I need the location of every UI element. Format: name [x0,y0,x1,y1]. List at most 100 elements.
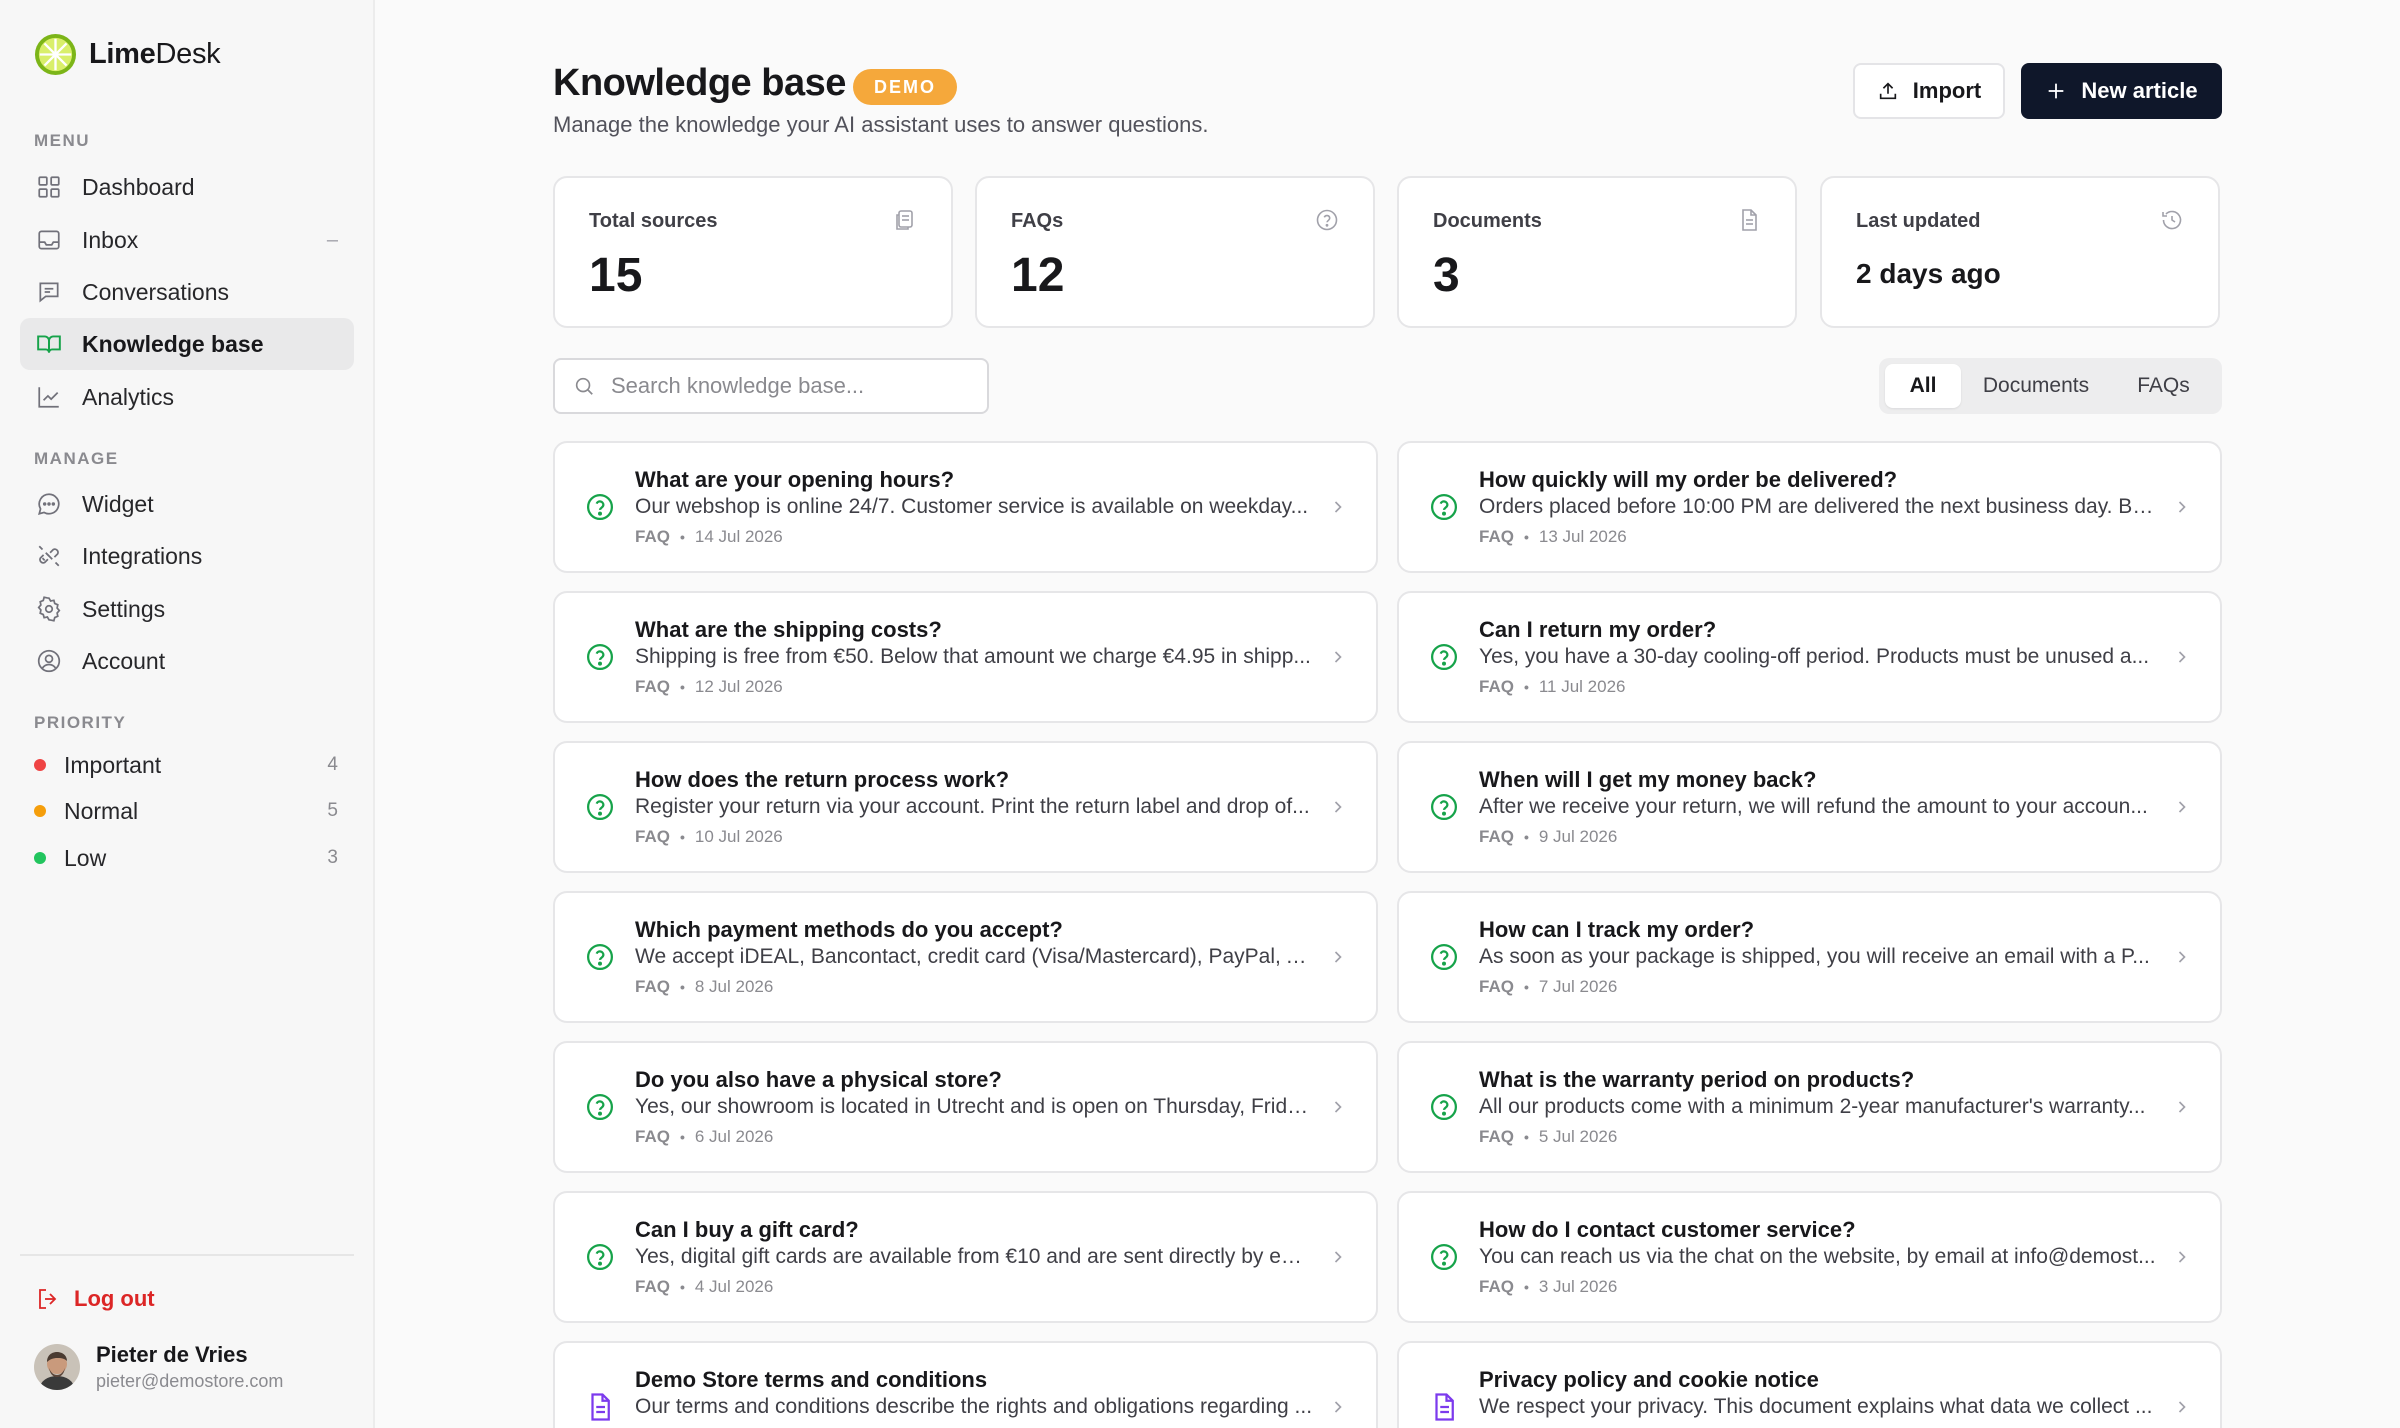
stat-label: Last updated [1856,210,1981,232]
sidebar-item-settings[interactable]: Settings [20,583,354,635]
chevron-right-icon [1334,1101,1342,1113]
card-excerpt: Yes, our showroom is located in Utrecht … [635,1095,1315,1118]
stat-card-documents: Documents 3 [1397,176,1797,328]
filter-segmented-control: All Documents FAQs [1879,358,2222,414]
stat-card-last-updated: Last updated 2 days ago [1820,176,2220,328]
search-box[interactable] [553,358,989,414]
brand[interactable]: LimeDesk [34,33,221,76]
faq-card[interactable]: What are the shipping costs? Shipping is … [553,591,1378,723]
logout-button[interactable]: Log out [36,1286,155,1312]
document-icon [1435,1393,1454,1421]
faq-card[interactable]: Do you also have a physical store? Yes, o… [553,1041,1378,1173]
card-date: 3 Jul 2026 [1538,1277,1618,1296]
faq-card[interactable]: Can I return my order? Yes, you have a 30… [1397,591,2222,723]
card-title: Can I buy a gift card? [635,1217,859,1242]
faq-card[interactable]: How does the return process work? Registe… [553,741,1378,873]
faq-card[interactable]: What is the warranty period on products?… [1397,1041,2222,1173]
plug-icon [38,545,60,567]
card-type: FAQ [1479,977,1514,996]
card-excerpt: Yes, you have a 30-day cooling-off perio… [1479,645,2150,668]
menu-section-label: MENU [34,131,91,150]
sidebar-item-widget[interactable]: Widget [20,478,354,530]
card-date: 9 Jul 2026 [1538,827,1618,846]
card-type: FAQ [635,527,670,546]
card-meta: FAQ • 12 Jul 2026 [635,677,783,697]
filter-faqs[interactable]: FAQs [2111,364,2216,408]
card-meta: FAQ • 5 Jul 2026 [1479,1127,1617,1147]
user-profile[interactable]: Pieter de Vries pieter@demostore.com [34,1342,283,1392]
priority-item-important[interactable]: Important 4 [34,745,338,785]
priority-item-normal[interactable]: Normal 5 [34,791,338,831]
stat-label: FAQs [1011,210,1064,232]
card-excerpt: After we receive your return, we will re… [1479,795,2148,818]
question-circle-icon [1431,794,1457,820]
sidebar-item-integrations[interactable]: Integrations [20,530,354,582]
card-excerpt: We respect your privacy. This document e… [1479,1395,2153,1418]
sidebar-item-label: Knowledge base [82,330,264,357]
card-type: FAQ [1479,677,1514,696]
card-meta: FAQ • 4 Jul 2026 [635,1277,773,1297]
faq-card[interactable]: Can I buy a gift card? Yes, digital gift … [553,1191,1378,1323]
logout-label: Log out [74,1286,155,1311]
card-type: FAQ [635,1127,670,1146]
question-circle-icon [1431,944,1457,970]
book-icon [37,335,61,353]
sidebar-item-account[interactable]: Account [20,635,354,687]
sidebar-item-label: Settings [82,595,166,622]
card-date: 13 Jul 2026 [1538,527,1627,546]
question-circle-icon [587,794,613,820]
history-icon [2162,210,2182,230]
meta-separator: • [679,829,685,845]
sidebar-item-analytics[interactable]: Analytics [20,371,354,423]
import-button[interactable]: Import [1853,63,2005,119]
sidebar-item-dashboard[interactable]: Dashboard [20,161,354,213]
document-card[interactable]: Demo Store terms and conditions Our terms… [553,1341,1378,1428]
chat-icon [39,282,59,303]
card-title: How do I contact customer service? [1479,1217,1856,1242]
stat-card-total-sources: Total sources 15 [553,176,953,328]
stat-value: 15 [589,249,643,302]
meta-separator: • [1523,679,1529,695]
sidebar-item-label: Analytics [82,383,175,410]
stat-card-faqs: FAQs 12 [975,176,1375,328]
faq-card[interactable]: What are your opening hours? Our webshop … [553,441,1378,573]
new-article-button[interactable]: New article [2021,63,2222,119]
chevron-right-icon [2178,1251,2186,1263]
document-card[interactable]: Privacy policy and cookie notice We respe… [1397,1341,2222,1428]
sidebar-item-label: Dashboard [82,173,195,200]
card-type: FAQ [635,677,670,696]
filter-documents[interactable]: Documents [1961,364,2111,408]
card-excerpt: As soon as your package is shipped, you … [1479,945,2150,968]
card-type: FAQ [1479,1127,1514,1146]
sidebar-item-conversations[interactable]: Conversations [20,266,354,318]
sidebar-item-label: Account [82,647,166,674]
card-title: Demo Store terms and conditions [635,1367,988,1392]
inbox-count: – [326,228,338,251]
card-title: Do you also have a physical store? [635,1067,1002,1092]
faq-card[interactable]: How do I contact customer service? You ca… [1397,1191,2222,1323]
faq-card[interactable]: How quickly will my order be delivered? O… [1397,441,2222,573]
card-title: When will I get my money back? [1479,767,1817,792]
priority-item-low[interactable]: Low 3 [34,838,338,878]
faq-card[interactable]: How can I track my order? As soon as your… [1397,891,2222,1023]
priority-count: 5 [327,800,338,821]
filter-all[interactable]: All [1885,364,1961,408]
new-article-label: New article [2081,78,2198,103]
logout-icon [39,1289,57,1309]
faq-card[interactable]: Which payment methods do you accept? We a… [553,891,1378,1023]
card-meta: FAQ • 13 Jul 2026 [1479,527,1627,547]
page-title: Knowledge base [553,62,846,104]
card-meta: FAQ • 6 Jul 2026 [635,1127,773,1147]
sidebar-item-knowledge-base[interactable]: Knowledge base [20,318,354,370]
faq-card[interactable]: When will I get my money back? After we r… [1397,741,2222,873]
search-input[interactable] [611,373,971,399]
sidebar-item-inbox[interactable]: Inbox – [20,214,354,266]
card-type: FAQ [1479,527,1514,546]
user-email: pieter@demostore.com [96,1371,284,1391]
upload-icon [1879,82,1896,100]
card-date: 10 Jul 2026 [694,827,783,846]
meta-separator: • [679,529,685,545]
card-meta: FAQ • 3 Jul 2026 [1479,1277,1617,1297]
stat-label: Total sources [589,210,718,232]
chevron-right-icon [2178,651,2186,663]
